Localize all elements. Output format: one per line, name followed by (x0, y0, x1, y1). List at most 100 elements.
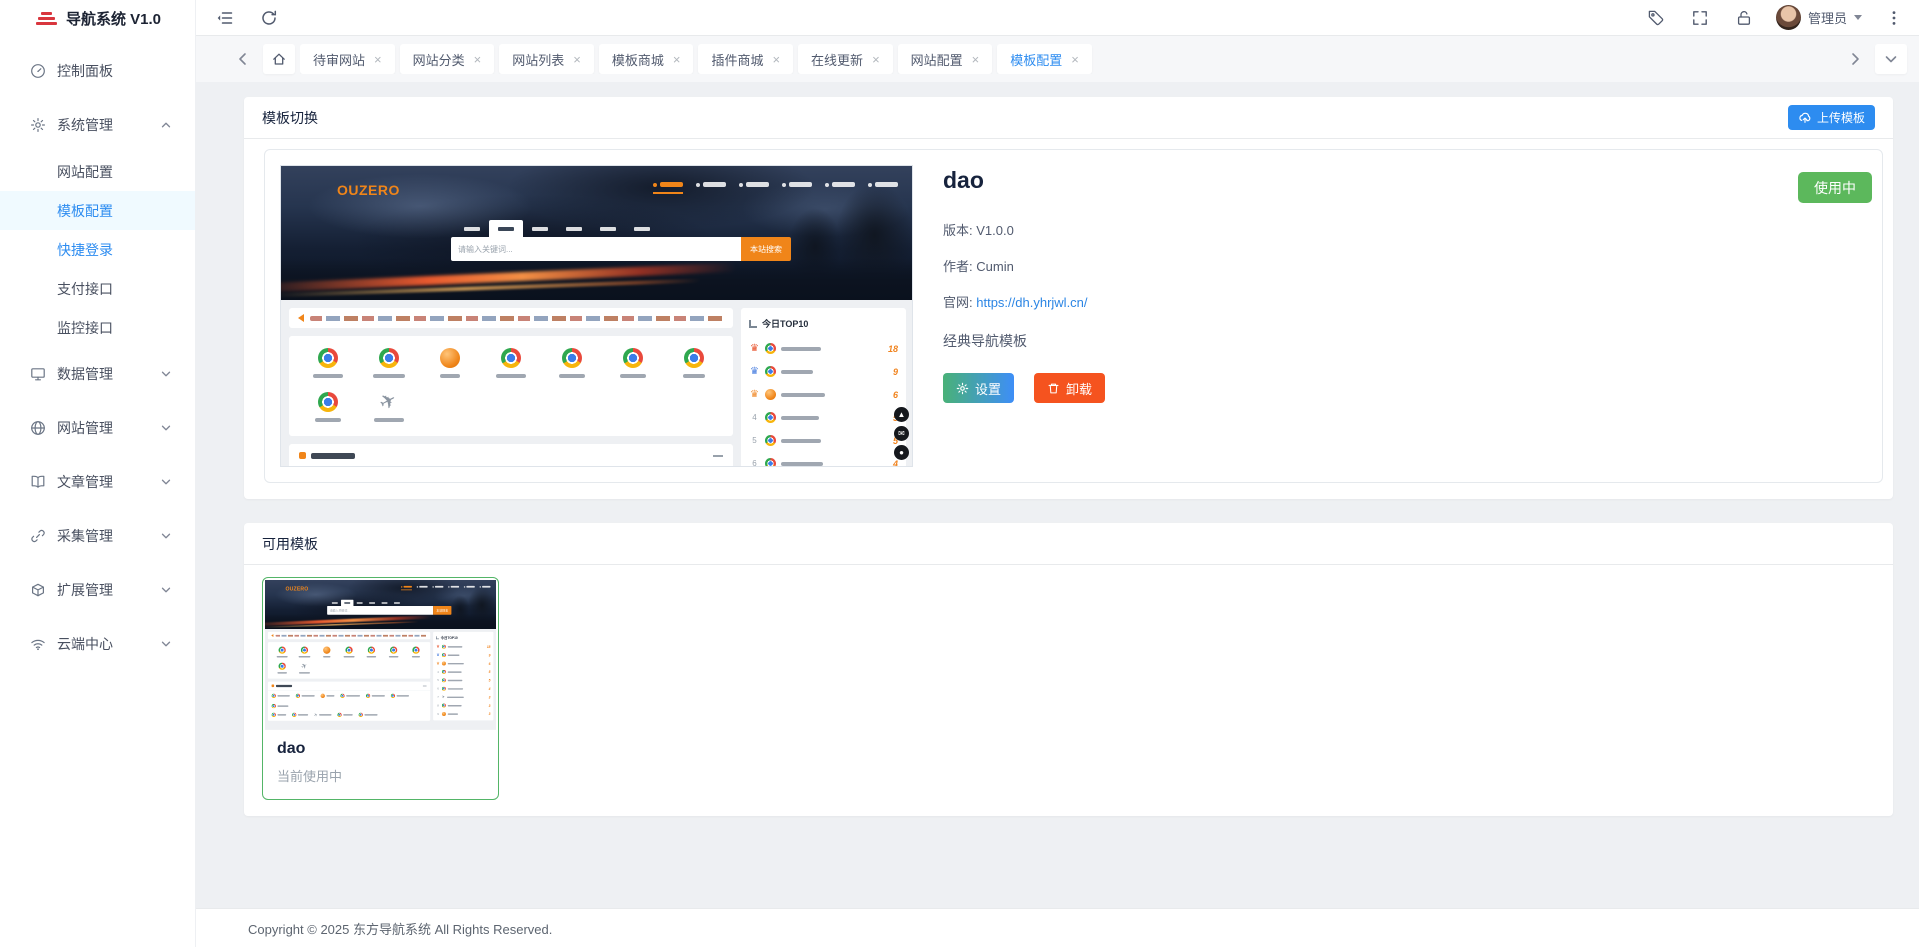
box-icon (30, 582, 46, 598)
tab-close-icon[interactable]: × (673, 53, 681, 66)
settings-button[interactable]: 设置 (943, 373, 1014, 403)
sidebar-item-4[interactable]: 文章管理 (0, 455, 195, 509)
tab-close-icon[interactable]: × (872, 53, 880, 66)
preview-search-area: 请输入关键词... 本站搜索 (327, 600, 451, 615)
template-site: 官网: https://dh.yhrjwl.cn/ (943, 292, 1105, 311)
preview-search-button: 本站搜索 (741, 237, 791, 261)
sidebar-item-2[interactable]: 数据管理 (0, 347, 195, 401)
preview-notice-bar (289, 308, 733, 328)
tab-close-icon[interactable]: × (474, 53, 482, 66)
preview-site-nav (653, 182, 898, 194)
template-info: dao 版本: V1.0.0 作者: Cumin 官网: https://dh.… (943, 165, 1105, 467)
template-description: 经典导航模板 (943, 331, 1105, 351)
tab-5[interactable]: 在线更新 × (798, 44, 893, 74)
app-title: 导航系统 V1.0 (66, 8, 161, 29)
panel-title: 模板切换 (262, 108, 318, 128)
sidebar-subitem-1-4[interactable]: 监控接口 (0, 308, 195, 347)
preview-hero-image: OUZERO 请输入关键词... 本站搜索 (265, 580, 496, 629)
panel-body: OUZERO 请输入关键词... 本站搜索 ✈ ✈ 今日TOP10 ♛ (244, 139, 1893, 499)
panel-header: 模板切换 上传模板 (244, 97, 1893, 139)
template-card-status: 当前使用中 (277, 766, 484, 785)
menu-fold-icon[interactable] (216, 9, 247, 27)
avatar (1776, 5, 1801, 30)
app-logo-icon (36, 12, 57, 25)
template-preview-small: OUZERO 请输入关键词... 本站搜索 ✈ ✈ 今日TOP10 ♛ (265, 580, 496, 730)
preview-top10-title: 今日TOP10 (441, 635, 458, 640)
gear-icon (30, 117, 46, 133)
tab-close-icon[interactable]: × (374, 53, 382, 66)
chevron-up-icon (159, 118, 173, 132)
sidebar-subitem-1-0[interactable]: 网站配置 (0, 152, 195, 191)
template-preview-large: OUZERO 请输入关键词... 本站搜索 ✈ ✈ 今日TOP10 ♛ (280, 165, 913, 467)
current-template-box: OUZERO 请输入关键词... 本站搜索 ✈ ✈ 今日TOP10 ♛ (264, 149, 1883, 483)
status-badge: 使用中 (1798, 172, 1872, 203)
tab-close-icon[interactable]: × (1071, 53, 1079, 66)
template-card-name: dao (277, 740, 484, 758)
tab-close-icon[interactable]: × (772, 53, 780, 66)
unlock-icon[interactable] (1722, 9, 1766, 27)
preview-site-logo: OUZERO (285, 586, 308, 592)
sidebar-item-5[interactable]: 采集管理 (0, 509, 195, 563)
fullscreen-icon[interactable] (1678, 9, 1722, 27)
copyright-text: Copyright © 2025 东方导航系统 All Rights Reser… (248, 919, 552, 938)
link-icon (30, 528, 46, 544)
tab-close-icon[interactable]: × (573, 53, 581, 66)
template-card[interactable]: OUZERO 请输入关键词... 本站搜索 ✈ ✈ 今日TOP10 ♛ (262, 577, 499, 800)
sidebar-subitem-1-1[interactable]: 模板配置 (0, 191, 195, 230)
preview-notice-bar (268, 632, 430, 639)
template-name: dao (943, 167, 1105, 194)
sidebar-subitem-1-3[interactable]: 支付接口 (0, 269, 195, 308)
wifi-icon (30, 636, 46, 652)
tabs-scroll-right-icon[interactable] (1840, 51, 1870, 67)
preview-top10-panel: 今日TOP10 ♛18♛9♛64555647✈38393 (433, 632, 493, 720)
footer: Copyright © 2025 东方导航系统 All Rights Reser… (196, 908, 1919, 947)
uninstall-button[interactable]: 卸载 (1034, 373, 1105, 403)
preview-search-input: 请输入关键词... (451, 237, 741, 261)
tabbar: 待审网站 × 网站分类 × 网站列表 × 模板商城 × 插件商城 × 在线更新 … (196, 36, 1919, 82)
tab-3[interactable]: 模板商城 × (599, 44, 694, 74)
tab-close-icon[interactable]: × (972, 53, 980, 66)
tab-home[interactable] (263, 44, 295, 74)
preview-top10-panel: 今日TOP10 ♛18♛9♛64555647✈38393 (741, 308, 906, 467)
refresh-icon[interactable] (247, 9, 291, 27)
globe-icon (30, 420, 46, 436)
topbar: 管理员 (196, 0, 1919, 36)
preview-search-area: 请输入关键词... 本站搜索 (451, 220, 791, 261)
sidebar-item-1[interactable]: 系统管理 (0, 98, 195, 152)
sidebar-item-0[interactable]: 控制面板 (0, 44, 195, 98)
sidebar-submenu: 网站配置模板配置快捷登录支付接口监控接口 (0, 152, 195, 347)
tabs-scroll-left-icon[interactable] (228, 51, 258, 67)
chevron-down-icon (159, 421, 173, 435)
chevron-down-icon (159, 367, 173, 381)
tab-0[interactable]: 待审网站 × (300, 44, 395, 74)
more-vertical-icon[interactable] (1872, 9, 1903, 27)
app-logo: 导航系统 V1.0 (0, 0, 195, 36)
sidebar-item-7[interactable]: 云端中心 (0, 617, 195, 671)
tag-icon[interactable] (1634, 9, 1678, 27)
template-screenshot: OUZERO 请输入关键词... 本站搜索 ✈ ✈ 今日TOP10 ♛ (265, 580, 496, 730)
tab-1[interactable]: 网站分类 × (400, 44, 495, 74)
sidebar-subitem-1-2[interactable]: 快捷登录 (0, 230, 195, 269)
template-site-link[interactable]: https://dh.yhrjwl.cn/ (976, 295, 1087, 310)
chevron-down-icon (159, 529, 173, 543)
admin-label: 管理员 (1808, 8, 1847, 27)
sidebar-item-3[interactable]: 网站管理 (0, 401, 195, 455)
tab-6[interactable]: 网站配置 × (898, 44, 993, 74)
admin-menu[interactable]: 管理员 (1766, 5, 1872, 30)
tab-7[interactable]: 模板配置 × (997, 44, 1092, 74)
tab-4[interactable]: 插件商城 × (698, 44, 793, 74)
template-actions: 设置 卸载 (943, 373, 1105, 403)
preview-float-buttons: ▲✉● (894, 407, 909, 460)
tab-list: 待审网站 × 网站分类 × 网站列表 × 模板商城 × 插件商城 × 在线更新 … (300, 44, 1835, 74)
chevron-down-icon (159, 475, 173, 489)
tabs-menu-button[interactable] (1875, 44, 1907, 74)
template-screenshot: OUZERO 请输入关键词... 本站搜索 ✈ ✈ 今日TOP10 ♛ (281, 166, 913, 467)
available-header: 可用模板 (244, 523, 1893, 565)
cloud-upload-icon (1798, 111, 1812, 125)
tab-2[interactable]: 网站列表 × (499, 44, 594, 74)
upload-template-button[interactable]: 上传模板 (1788, 105, 1875, 130)
chevron-down-icon (1883, 51, 1899, 67)
sidebar-item-6[interactable]: 扩展管理 (0, 563, 195, 617)
available-title: 可用模板 (262, 534, 318, 554)
template-author: 作者: Cumin (943, 256, 1105, 275)
